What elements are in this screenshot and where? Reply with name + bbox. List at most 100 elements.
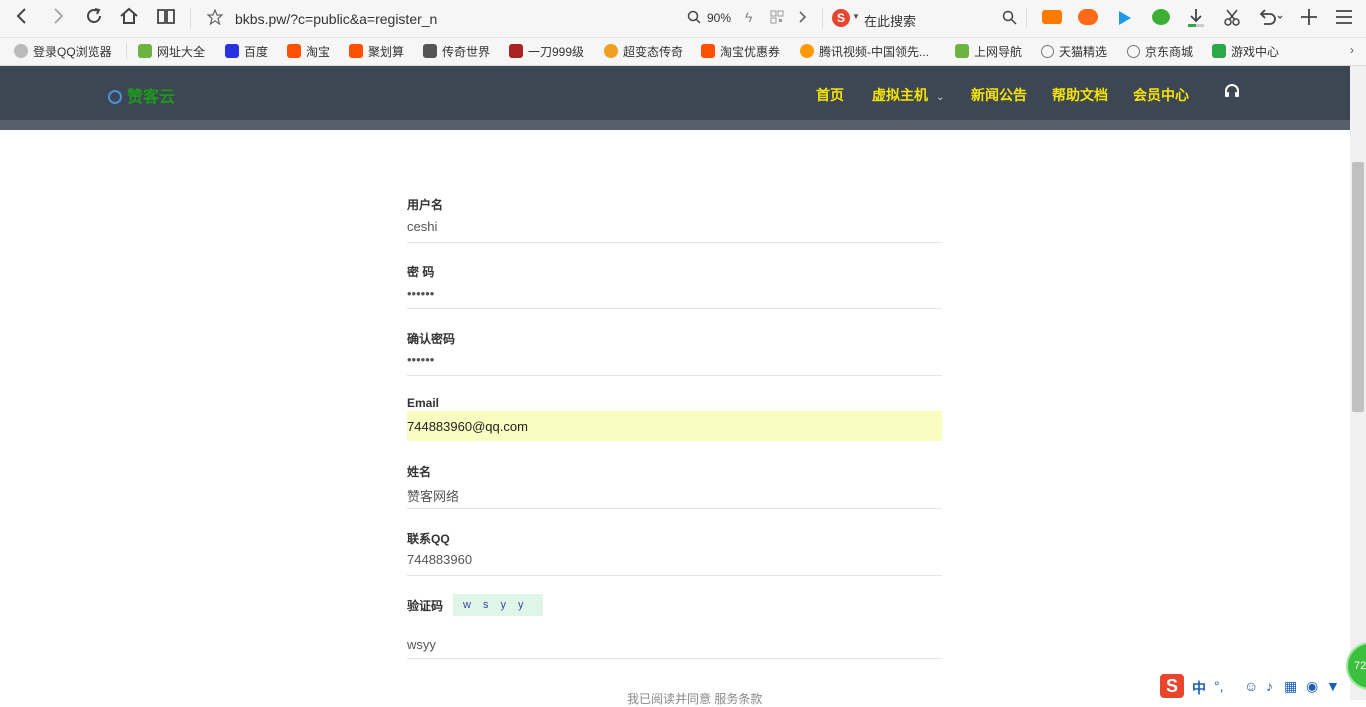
qq-label: 联系QQ bbox=[407, 532, 450, 546]
url-text[interactable]: bkbs.pw/?c=public&a=register_n bbox=[235, 11, 437, 27]
globe-icon bbox=[1127, 45, 1140, 58]
user-icon[interactable]: ◉ bbox=[1306, 678, 1318, 695]
nav-news[interactable]: 新闻公告 bbox=[971, 85, 1027, 105]
chevron-down-icon[interactable]: ▼ bbox=[852, 12, 860, 21]
chevron-right-icon[interactable]: › bbox=[1350, 43, 1354, 57]
scissors-icon[interactable] bbox=[1223, 8, 1241, 31]
email-input[interactable]: 744883960@qq.com bbox=[407, 419, 528, 434]
zoom-level[interactable]: 90% bbox=[707, 11, 731, 25]
search-icon[interactable] bbox=[1002, 10, 1017, 30]
keyboard-icon[interactable]: ▦ bbox=[1284, 678, 1297, 695]
bookmark-item[interactable]: 聚划算 bbox=[349, 43, 404, 60]
field-underline bbox=[407, 242, 942, 243]
bookmark-item[interactable]: 腾讯视频-中国领先... bbox=[800, 43, 929, 60]
tencent-video-icon bbox=[800, 44, 814, 58]
site-header: 赞客云 首页 虚拟主机 ⌄ 新闻公告 帮助文档 会员中心 bbox=[0, 66, 1350, 120]
star-icon[interactable] bbox=[206, 8, 224, 30]
header-shadow bbox=[0, 120, 1350, 130]
captcha-input[interactable]: wsyy bbox=[407, 637, 436, 652]
game-icon[interactable] bbox=[1078, 9, 1098, 25]
ime-punct-mode[interactable]: °, bbox=[1214, 678, 1224, 694]
field-underline bbox=[407, 308, 942, 309]
bookmark-item[interactable]: 淘宝优惠券 bbox=[701, 43, 780, 60]
flash-icon[interactable]: ϟ bbox=[745, 9, 752, 25]
emoji-icon[interactable]: ☺ bbox=[1244, 678, 1258, 694]
password-input[interactable]: •••••• bbox=[407, 286, 434, 301]
video-icon[interactable] bbox=[1042, 10, 1062, 24]
captcha-image[interactable]: wsyy bbox=[453, 594, 543, 616]
confirm-password-input[interactable]: •••••• bbox=[407, 352, 434, 367]
undo-icon[interactable] bbox=[1258, 8, 1284, 31]
qrcode-icon[interactable] bbox=[770, 10, 784, 29]
bookmark-item[interactable]: 网址大全 bbox=[138, 43, 205, 60]
bookmark-item[interactable]: 登录QQ浏览器 bbox=[14, 43, 112, 60]
qq-input[interactable]: 744883960 bbox=[407, 552, 472, 567]
smiley-icon bbox=[604, 44, 618, 58]
refresh-icon[interactable] bbox=[84, 6, 104, 30]
address-bar[interactable]: bkbs.pw/?c=public&a=register_n 90% ϟ bbox=[195, 4, 825, 32]
sogou-logo-icon[interactable]: S bbox=[832, 9, 850, 27]
taobao-icon bbox=[701, 44, 715, 58]
zoom-icon[interactable] bbox=[687, 10, 701, 29]
juhuasuan-icon bbox=[349, 44, 363, 58]
bookmark-item[interactable]: 天猫精选 bbox=[1041, 43, 1107, 60]
nav-home[interactable]: 首页 bbox=[816, 85, 844, 105]
field-underline bbox=[407, 658, 942, 659]
play-icon[interactable] bbox=[1118, 10, 1132, 31]
name-input[interactable]: 赞客网络 bbox=[407, 486, 459, 505]
field-underline bbox=[407, 575, 942, 576]
ime-chinese-mode[interactable]: 中 bbox=[1192, 678, 1206, 698]
bookmark-item[interactable]: 传奇世界 bbox=[423, 43, 490, 60]
divider bbox=[126, 43, 127, 59]
password-label: 密 码 bbox=[407, 265, 435, 279]
reader-icon[interactable] bbox=[156, 6, 176, 30]
bookmark-item[interactable]: 游戏中心 bbox=[1212, 43, 1279, 60]
ime-toolbar: S 中 °, ☺ ♪ ▦ ◉ ▼ bbox=[1160, 674, 1350, 700]
headset-icon[interactable] bbox=[1224, 83, 1240, 99]
bookmark-item[interactable]: 上网导航 bbox=[955, 43, 1022, 60]
bookmark-item[interactable]: 淘宝 bbox=[287, 43, 330, 60]
taobao-icon bbox=[287, 44, 301, 58]
field-underline bbox=[407, 375, 942, 376]
nav-member[interactable]: 会员中心 bbox=[1133, 85, 1189, 105]
scrollbar-thumb[interactable] bbox=[1352, 162, 1364, 412]
bookmark-item[interactable]: 一刀999级 bbox=[509, 43, 584, 60]
sogou-ime-icon[interactable]: S bbox=[1160, 674, 1184, 698]
bookmarks-bar: 登录QQ浏览器 网址大全 百度 淘宝 聚划算 传奇世界 一刀999级 超变态传奇… bbox=[0, 38, 1366, 66]
bookmark-item[interactable]: 百度 bbox=[225, 43, 268, 60]
search-box[interactable]: S ▼ 在此搜索 bbox=[830, 4, 1025, 32]
email-label: Email bbox=[407, 396, 440, 410]
download-icon[interactable] bbox=[1187, 8, 1205, 33]
globe-icon bbox=[1041, 45, 1054, 58]
back-icon[interactable] bbox=[12, 6, 32, 30]
menu-icon[interactable] bbox=[1335, 9, 1353, 30]
wechat-icon[interactable] bbox=[1152, 9, 1170, 25]
shirt-icon[interactable]: ▼ bbox=[1326, 678, 1340, 694]
chevron-right-icon[interactable] bbox=[798, 9, 808, 30]
user-avatar-icon bbox=[14, 44, 28, 58]
logo-ring-icon bbox=[108, 90, 122, 104]
agreement-text[interactable]: 我已阅读并同意 服务条款 bbox=[627, 690, 762, 707]
username-input[interactable]: ceshi bbox=[407, 219, 437, 234]
nav-help[interactable]: 帮助文档 bbox=[1052, 85, 1108, 105]
nav-virtual-host[interactable]: 虚拟主机 ⌄ bbox=[872, 85, 944, 105]
baidu-icon bbox=[225, 44, 239, 58]
new-tab-icon[interactable] bbox=[1300, 8, 1318, 31]
game-icon bbox=[509, 44, 523, 58]
home-icon[interactable] bbox=[119, 6, 139, 30]
hao-icon bbox=[138, 44, 152, 58]
site-logo[interactable]: 赞客云 bbox=[108, 83, 175, 107]
search-input[interactable]: 在此搜索 bbox=[864, 11, 916, 30]
bookmark-item[interactable]: 京东商城 bbox=[1127, 43, 1193, 60]
captcha-label: 验证码 bbox=[407, 599, 444, 613]
forward-icon[interactable] bbox=[48, 6, 68, 30]
game-world-icon bbox=[423, 44, 437, 58]
confirm-password-label: 确认密码 bbox=[407, 332, 456, 346]
divider bbox=[190, 8, 191, 28]
bookmark-item[interactable]: 超变态传奇 bbox=[604, 43, 683, 60]
username-label: 用户名 bbox=[407, 198, 444, 212]
name-label: 姓名 bbox=[407, 465, 432, 479]
microphone-icon[interactable]: ♪ bbox=[1266, 678, 1273, 694]
divider bbox=[822, 8, 823, 28]
browser-toolbar: bkbs.pw/?c=public&a=register_n 90% ϟ S ▼… bbox=[0, 0, 1366, 38]
